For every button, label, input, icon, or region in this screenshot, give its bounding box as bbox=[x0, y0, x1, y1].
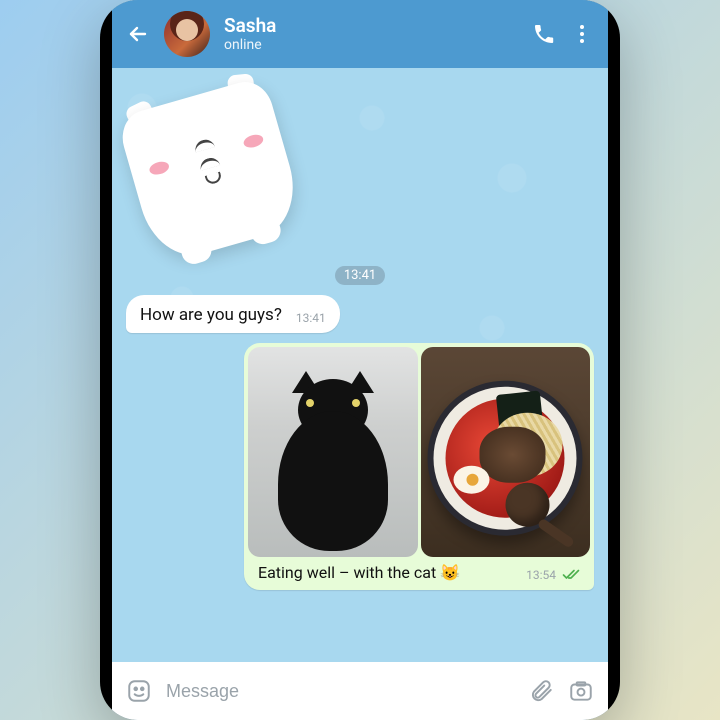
contact-info[interactable]: Sasha online bbox=[224, 15, 518, 53]
screen: Sasha online 13:41 How are you guys? 13:… bbox=[112, 0, 608, 720]
camera-icon[interactable] bbox=[568, 678, 594, 704]
message-input[interactable] bbox=[166, 681, 514, 702]
contact-status: online bbox=[224, 37, 518, 53]
photo-food[interactable] bbox=[421, 347, 591, 557]
photo-cat[interactable] bbox=[248, 347, 418, 557]
more-icon[interactable] bbox=[570, 22, 594, 46]
media-caption: Eating well – with the cat 😺 bbox=[258, 563, 510, 582]
input-bar bbox=[112, 662, 608, 720]
message-outgoing-media[interactable]: Eating well – with the cat 😺 13:54 bbox=[126, 343, 594, 590]
read-checks-icon bbox=[562, 568, 580, 582]
message-sticker[interactable] bbox=[126, 86, 594, 256]
attach-icon[interactable] bbox=[528, 678, 554, 704]
sticker-timestamp: 13:41 bbox=[335, 266, 385, 285]
message-time: 13:54 bbox=[526, 568, 556, 582]
back-icon[interactable] bbox=[126, 22, 150, 46]
phone-frame: Sasha online 13:41 How are you guys? 13:… bbox=[100, 0, 620, 720]
sticker-image bbox=[112, 68, 316, 276]
chat-header: Sasha online bbox=[112, 0, 608, 68]
message-incoming[interactable]: How are you guys? 13:41 bbox=[126, 295, 594, 333]
emoji-icon[interactable] bbox=[126, 678, 152, 704]
message-text: How are you guys? bbox=[140, 305, 282, 325]
call-icon[interactable] bbox=[532, 22, 556, 46]
avatar[interactable] bbox=[164, 11, 210, 57]
message-list[interactable]: 13:41 How are you guys? 13:41 bbox=[112, 68, 608, 662]
message-time: 13:41 bbox=[296, 311, 326, 325]
contact-name: Sasha bbox=[224, 15, 518, 37]
